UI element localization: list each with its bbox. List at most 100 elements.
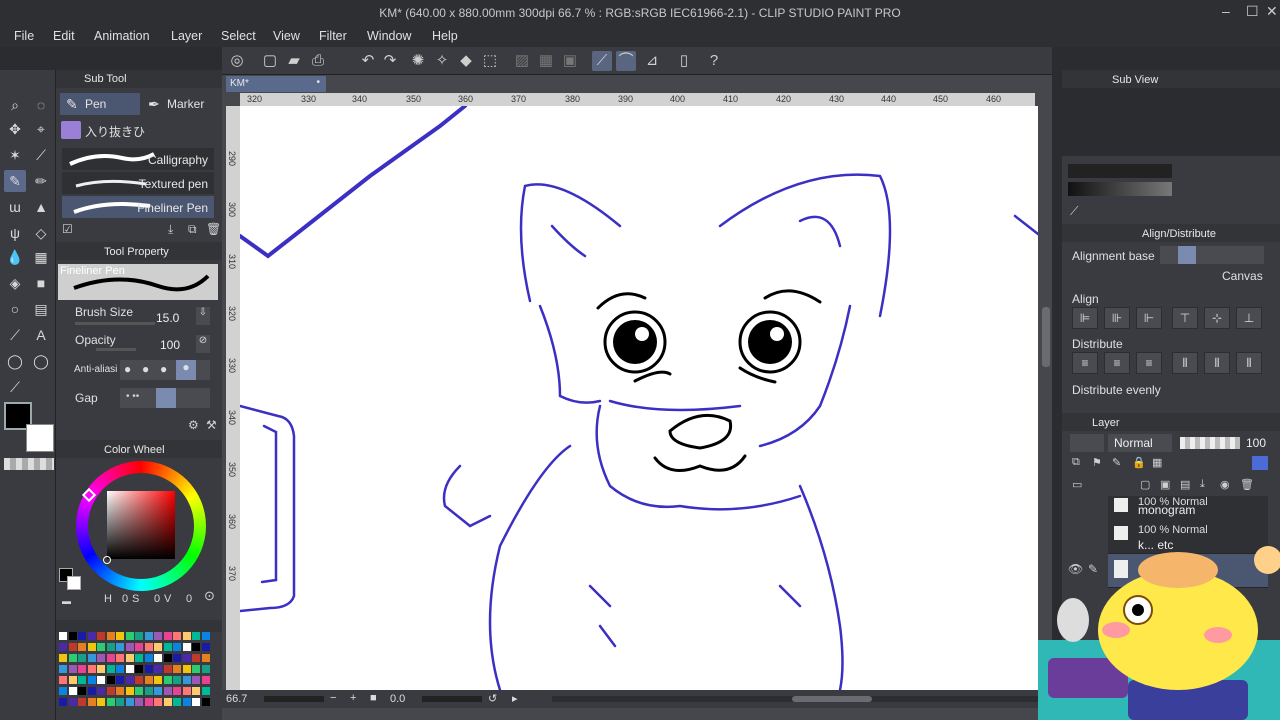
color-settings-icon[interactable]: ⊙ bbox=[204, 588, 215, 604]
align-left-icon[interactable]: ⊫ bbox=[1072, 307, 1098, 329]
aa-strong-icon[interactable]: ● bbox=[176, 360, 196, 380]
palette-swatch[interactable] bbox=[59, 676, 67, 684]
layer-lock-icon[interactable]: 🔒 bbox=[1132, 456, 1146, 469]
palette-swatch[interactable] bbox=[78, 676, 86, 684]
snap-ruler-icon[interactable]: ⟋ bbox=[592, 51, 612, 71]
palette-swatch[interactable] bbox=[154, 643, 162, 651]
new-raster-layer-icon[interactable]: ▢ bbox=[1140, 478, 1150, 491]
lasso-icon[interactable]: ◌ bbox=[30, 94, 52, 116]
fill-icon[interactable]: ◆ bbox=[456, 51, 476, 71]
distribute-left-icon[interactable]: ≡ bbox=[1072, 352, 1098, 374]
palette-swatch[interactable] bbox=[173, 632, 181, 640]
loading-icon[interactable]: ✺ bbox=[408, 51, 428, 71]
new-file-icon[interactable]: ▢ bbox=[260, 51, 280, 71]
aa-none-icon[interactable]: ● bbox=[124, 362, 131, 376]
maximize-icon[interactable]: ☐ bbox=[1246, 3, 1259, 20]
palette-swatch[interactable] bbox=[125, 698, 134, 706]
palette-swatch[interactable] bbox=[87, 632, 96, 640]
mask-icon[interactable]: ◉ bbox=[1220, 478, 1230, 491]
menu-animation[interactable]: Animation bbox=[94, 29, 150, 43]
layer-reference-icon[interactable]: ⚑ bbox=[1092, 456, 1102, 469]
save-icon[interactable]: ⎙ bbox=[308, 51, 328, 71]
palette-swatch[interactable] bbox=[125, 687, 134, 695]
zoom-in-icon[interactable]: + bbox=[350, 692, 356, 704]
distribute-right-icon[interactable]: ≡ bbox=[1136, 352, 1162, 374]
menu-file[interactable]: File bbox=[14, 29, 34, 43]
layer-ref-draft-icon[interactable]: ✎ bbox=[1112, 456, 1121, 469]
distribute-middle-icon[interactable]: ⦀ bbox=[1204, 352, 1230, 374]
move-icon[interactable]: ✥ bbox=[4, 118, 26, 140]
zoom-out-icon[interactable]: − bbox=[330, 692, 336, 704]
palette-swatch[interactable] bbox=[182, 676, 191, 684]
palette-swatch[interactable] bbox=[144, 632, 153, 640]
eyedropper-nav-icon[interactable]: ⟋ bbox=[1070, 204, 1078, 219]
palette-swatch[interactable] bbox=[192, 632, 200, 640]
palette-swatch[interactable] bbox=[154, 698, 162, 706]
layer-folder-icon[interactable]: ▭ bbox=[1072, 478, 1082, 491]
palette-swatch[interactable] bbox=[182, 632, 191, 640]
opacity-link-icon[interactable]: ⊘ bbox=[196, 335, 210, 353]
delete-subtool-icon[interactable]: 🗑 bbox=[206, 222, 221, 236]
redo-icon[interactable]: ↷ bbox=[380, 51, 400, 71]
palette-swatch[interactable] bbox=[59, 698, 67, 706]
palette-swatch[interactable] bbox=[135, 687, 143, 695]
saturation-value-square[interactable] bbox=[107, 491, 175, 559]
palette-swatch[interactable] bbox=[106, 654, 115, 662]
figure-icon[interactable]: ○ bbox=[4, 298, 26, 320]
gap-medium-icon[interactable] bbox=[156, 388, 176, 408]
palette-swatch[interactable] bbox=[68, 698, 77, 706]
brush-size-slider[interactable] bbox=[75, 322, 155, 325]
brush-icon[interactable]: ɯ bbox=[4, 196, 26, 218]
undo-icon[interactable]: ↶ bbox=[358, 51, 378, 71]
balloon-icon[interactable]: ◯ bbox=[4, 350, 26, 372]
fit-icon[interactable]: ■ bbox=[370, 692, 377, 704]
palette-swatch[interactable] bbox=[97, 687, 105, 695]
brush-size-stepper-icon[interactable]: ⇩ bbox=[196, 307, 210, 325]
sub-view-area[interactable] bbox=[1062, 88, 1280, 156]
color-swatch-grid[interactable] bbox=[59, 632, 211, 712]
selection-outline-icon[interactable]: ▣ bbox=[560, 51, 580, 71]
aa-weak-icon[interactable]: ● bbox=[142, 362, 149, 376]
opacity-value[interactable]: 100 bbox=[160, 338, 180, 352]
palette-swatch[interactable] bbox=[154, 632, 162, 640]
eraser-icon[interactable]: ◇ bbox=[30, 222, 52, 244]
snap-special-ruler-icon[interactable]: ⌒ bbox=[616, 51, 636, 71]
palette-swatch[interactable] bbox=[106, 698, 115, 706]
distribute-center-icon[interactable]: ≡ bbox=[1104, 352, 1130, 374]
palette-swatch[interactable] bbox=[135, 676, 143, 684]
magic-wand-icon[interactable]: ✶ bbox=[4, 144, 26, 166]
opacity-slider[interactable] bbox=[96, 348, 136, 351]
distribute-bottom-icon[interactable]: ⦀ bbox=[1236, 352, 1262, 374]
align-top-icon[interactable]: ⊤ bbox=[1172, 307, 1198, 329]
tab-close-icon[interactable]: • bbox=[316, 77, 320, 88]
h-value[interactable]: 0 bbox=[122, 593, 128, 605]
palette-swatch[interactable] bbox=[192, 654, 200, 662]
align-right-icon[interactable]: ⊩ bbox=[1136, 307, 1162, 329]
palette-swatch[interactable] bbox=[68, 676, 77, 684]
palette-swatch[interactable] bbox=[144, 643, 153, 651]
palette-swatch[interactable] bbox=[125, 676, 134, 684]
palette-swatch[interactable] bbox=[192, 698, 200, 706]
palette-swatch[interactable] bbox=[163, 665, 172, 673]
palette-swatch[interactable] bbox=[116, 665, 124, 673]
palette-swatch[interactable] bbox=[154, 665, 162, 673]
palette-swatch[interactable] bbox=[201, 676, 210, 684]
palette-swatch[interactable] bbox=[106, 643, 115, 651]
hscroll-thumb[interactable] bbox=[792, 696, 872, 702]
palette-swatch[interactable] bbox=[173, 676, 181, 684]
airbrush-icon[interactable]: ▲ bbox=[30, 196, 52, 218]
new-vector-layer-icon[interactable]: ▣ bbox=[1160, 478, 1170, 491]
s-value[interactable]: 0 bbox=[154, 593, 160, 605]
flip-icon[interactable]: ▸ bbox=[512, 692, 518, 705]
palette-swatch[interactable] bbox=[106, 687, 115, 695]
aa-medium-icon[interactable]: ● bbox=[160, 362, 167, 376]
palette-swatch[interactable] bbox=[182, 665, 191, 673]
invert-selection-icon[interactable]: ▦ bbox=[536, 51, 556, 71]
palette-swatch[interactable] bbox=[144, 698, 153, 706]
close-icon[interactable]: ✕ bbox=[1266, 3, 1278, 20]
minimize-icon[interactable]: – bbox=[1222, 3, 1230, 19]
palette-swatch[interactable] bbox=[87, 654, 96, 662]
palette-swatch[interactable] bbox=[78, 698, 86, 706]
palette-swatch[interactable] bbox=[78, 654, 86, 662]
palette-swatch[interactable] bbox=[192, 643, 200, 651]
